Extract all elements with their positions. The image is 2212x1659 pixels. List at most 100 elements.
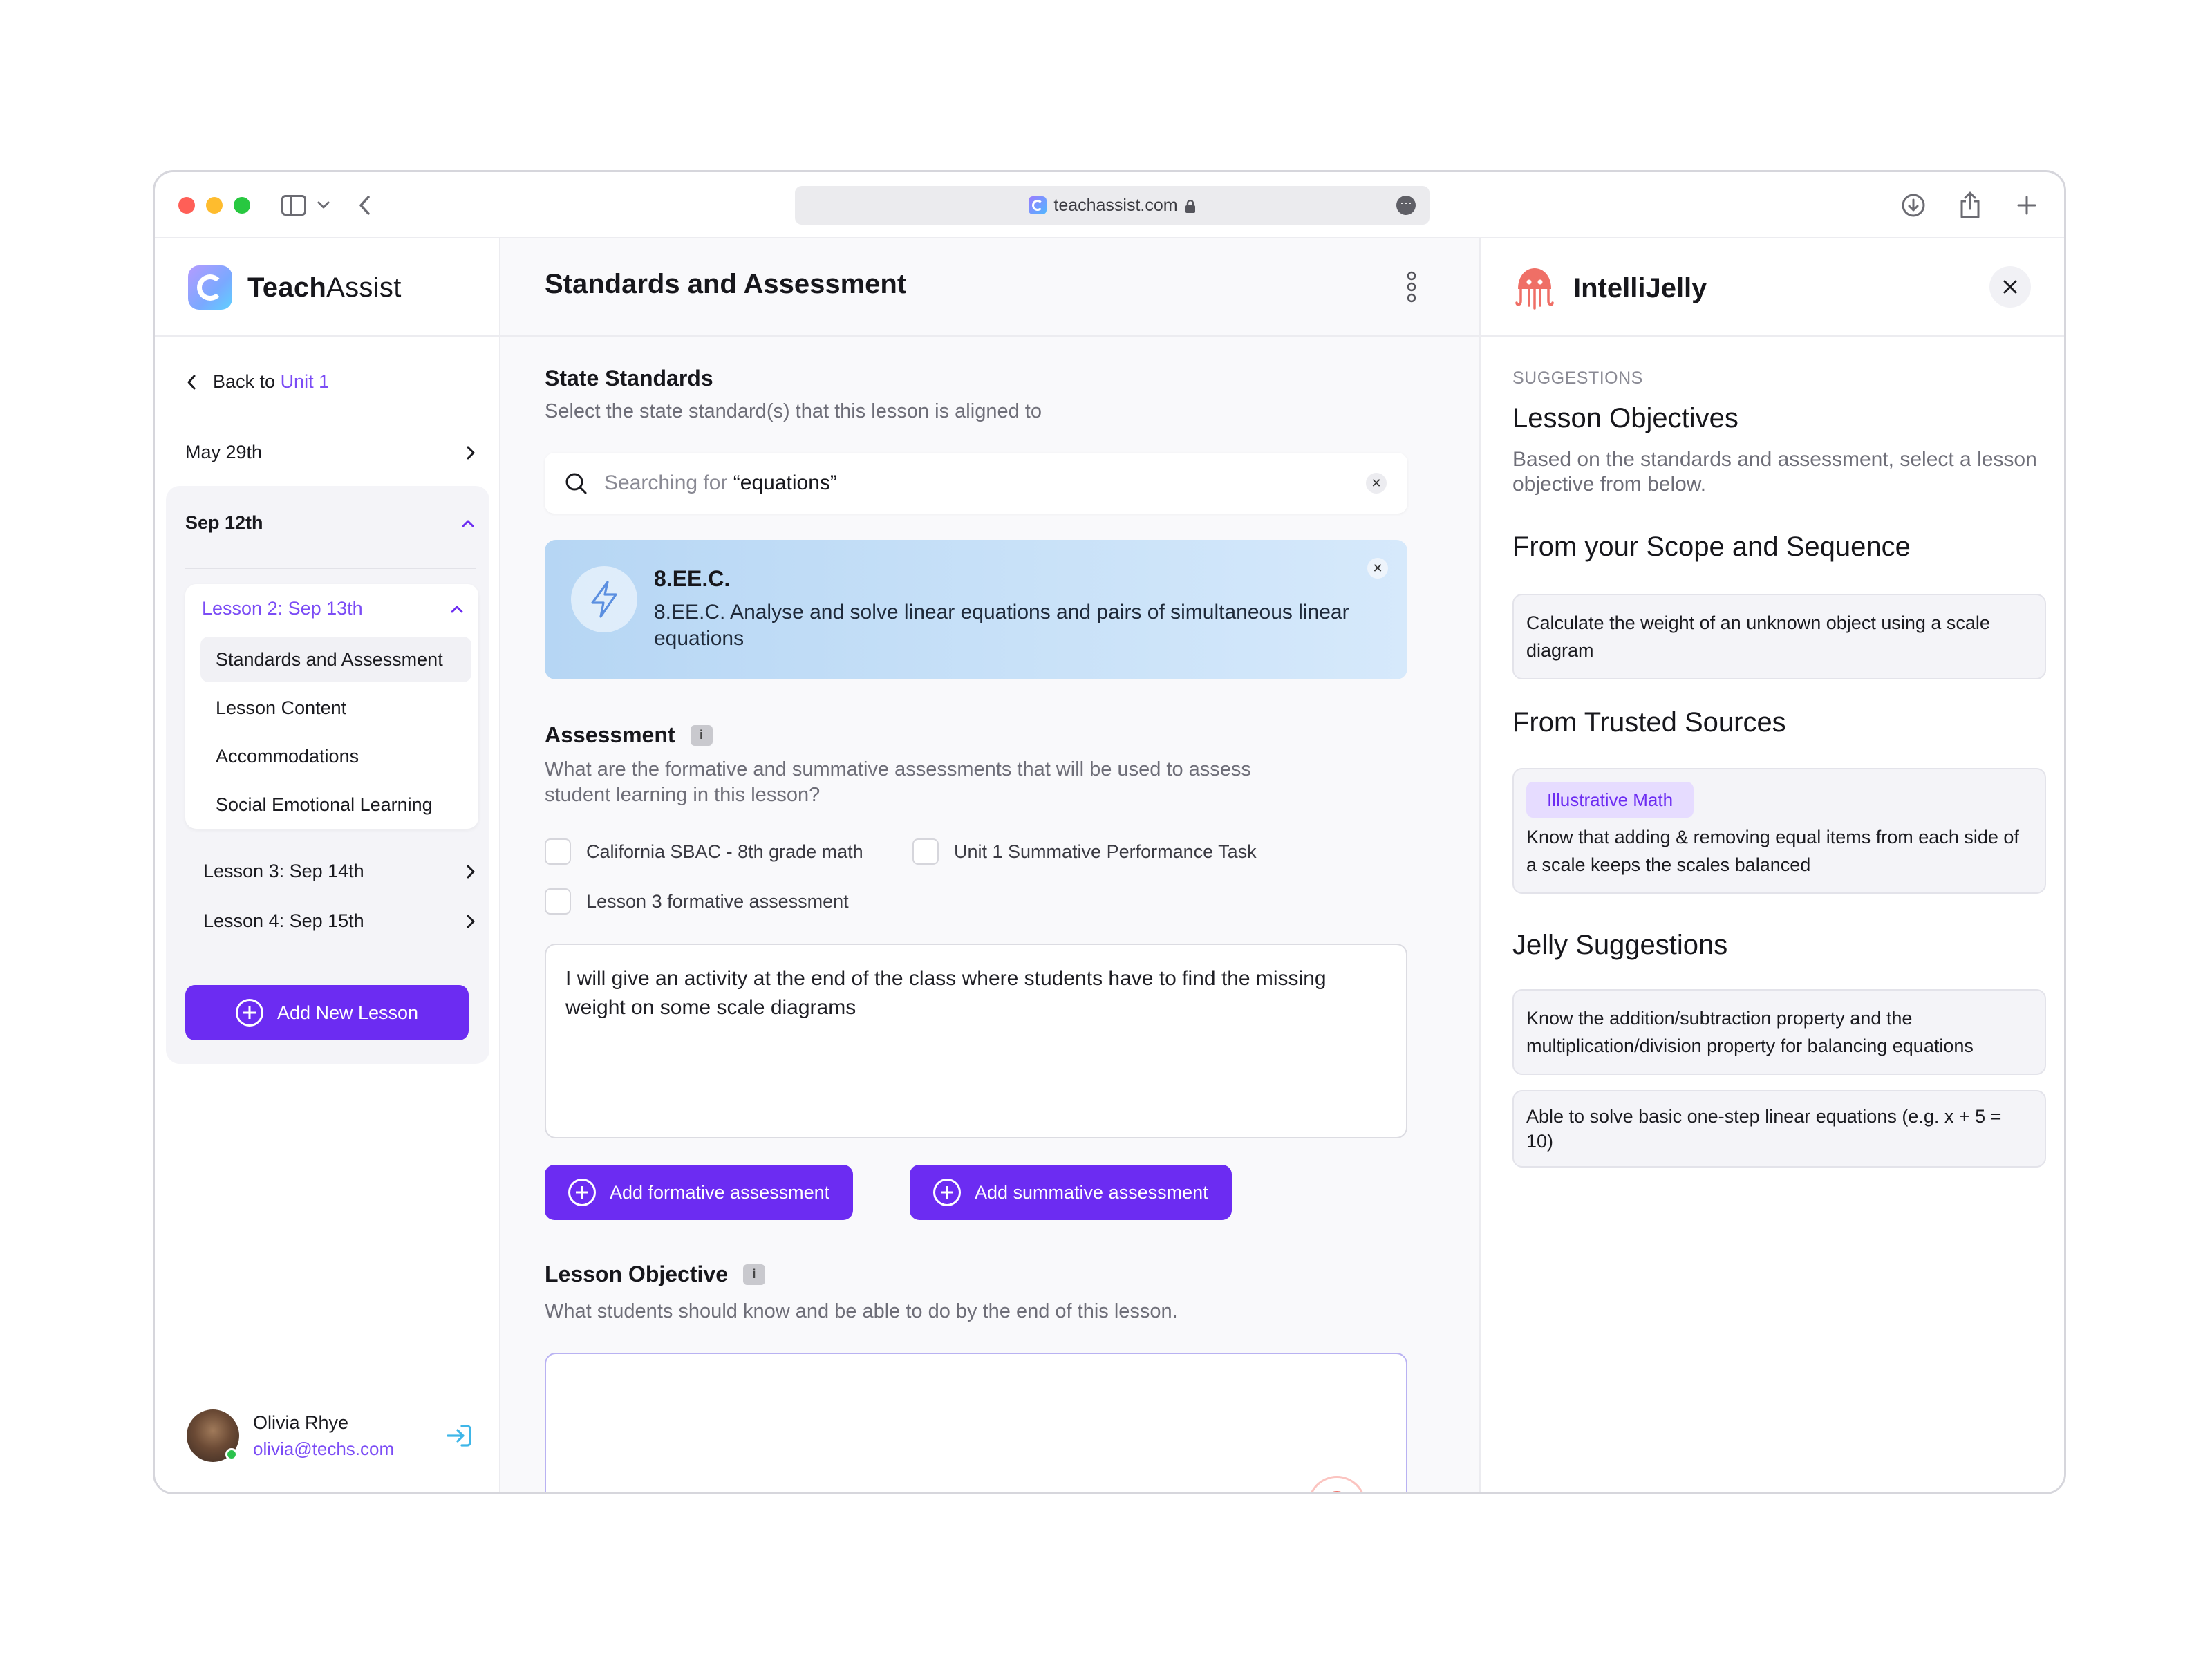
main-content: Standards and Assessment State Standards… [500,238,1481,1492]
suggestion-card[interactable]: Know the addition/subtraction property a… [1512,989,2046,1075]
assistant-panel: IntelliJelly SUGGESTIONS Lesson Objectiv… [1481,238,2064,1492]
plus-circle-icon [933,1179,961,1206]
current-lesson-card: Lesson 2: Sep 13th Standards and Assessm… [185,584,478,829]
logout-icon[interactable] [444,1421,474,1451]
checkbox-label: California SBAC - 8th grade math [586,841,863,862]
source-tag: Illustrative Math [1526,782,1694,818]
page-title: Standards and Assessment [545,269,907,299]
lesson-objective-textarea[interactable] [545,1353,1407,1492]
state-standards-subtitle: Select the state standard(s) that this l… [545,400,1042,422]
close-icon [2003,280,2017,294]
lesson-item-current[interactable]: Lesson 2: Sep 13th [202,598,465,619]
date-label: Sep 12th [185,512,263,533]
online-status-dot [225,1448,238,1461]
info-icon[interactable]: i [690,724,713,746]
lesson-label: Lesson 4: Sep 15th [203,910,364,931]
add-summative-assessment-button[interactable]: Add summative assessment [910,1165,1232,1220]
assessment-textarea[interactable]: I will give an activity at the end of th… [545,944,1407,1138]
back-unit-label: Unit 1 [280,371,330,392]
download-icon[interactable] [1898,189,1929,222]
site-favicon-icon [1029,196,1047,214]
checkbox-label: Unit 1 Summative Performance Task [954,841,1257,862]
add-new-lesson-button[interactable]: Add New Lesson [185,985,469,1040]
lesson-objective-subtitle: What students should know and be able to… [545,1300,1178,1322]
sidebar-toggle-icon[interactable] [279,189,308,222]
subnav-accommodations[interactable]: Accommodations [200,733,471,779]
standard-description: 8.EE.C. Analyse and solve linear equatio… [654,601,1349,650]
user-name: Olivia Rhye [253,1412,349,1433]
divider [500,335,1479,337]
back-arrow-icon[interactable] [354,189,375,222]
jellyfish-icon [1512,265,1557,311]
back-to-unit-link[interactable]: Back to Unit 1 [187,371,329,393]
suggestion-text: Know that adding & removing equal items … [1526,827,2019,875]
clear-search-icon[interactable]: ✕ [1366,473,1387,494]
suggestion-text: Know the addition/subtraction property a… [1526,1008,1974,1056]
subnav-social-emotional-learning[interactable]: Social Emotional Learning [200,782,471,827]
subnav-lesson-content[interactable]: Lesson Content [200,685,471,731]
checkbox-label: Lesson 3 formative assessment [586,890,849,912]
chevron-up-icon [462,520,474,527]
subnav-label: Lesson Content [216,697,347,718]
chevron-down-icon[interactable] [315,189,332,222]
suggestion-card[interactable]: Able to solve basic one-step linear equa… [1512,1090,2046,1168]
lesson-label: Lesson 3: Sep 14th [203,861,364,881]
maximize-window-button[interactable] [234,197,250,214]
standards-search-input[interactable]: Searching for “equations” ✕ [545,453,1407,514]
assessment-option-lesson3-formative[interactable]: Lesson 3 formative assessment [545,888,849,915]
close-window-button[interactable] [178,197,195,214]
assessment-subtitle: What are the formative and summative ass… [545,758,1251,806]
assessment-option-unit1-summative[interactable]: Unit 1 Summative Performance Task [912,838,1257,865]
brand-name: TeachAssist [247,272,402,303]
date-item-sep-12[interactable]: Sep 12th [185,512,476,534]
more-vertical-icon[interactable] [1405,268,1418,306]
remove-standard-icon[interactable]: ✕ [1367,558,1388,579]
checkbox[interactable] [545,888,571,915]
info-icon[interactable]: i [742,1264,765,1285]
left-sidebar: TeachAssist Back to Unit 1 May 29th Sep … [155,238,500,1492]
more-icon[interactable]: ··· [1396,196,1416,215]
checkbox[interactable] [912,838,939,865]
user-email[interactable]: olivia@techs.com [253,1438,394,1460]
assistant-header: IntelliJelly [1512,265,1707,312]
new-tab-plus-icon[interactable] [2012,189,2042,222]
share-icon[interactable] [1955,189,1985,222]
assessment-option-sbac[interactable]: California SBAC - 8th grade math [545,838,863,865]
brand[interactable]: TeachAssist [188,265,402,310]
lock-icon [1185,198,1196,213]
lesson-item-3[interactable]: Lesson 3: Sep 14th [203,861,476,882]
divider [155,335,499,337]
suggestion-text: Able to solve basic one-step linear equa… [1526,1106,2002,1152]
close-panel-button[interactable] [1989,266,2031,308]
button-label: Add New Lesson [276,1002,419,1023]
divider [1481,335,2064,337]
date-label: May 29th [185,442,263,462]
suggestion-card[interactable]: Illustrative Math Know that adding & rem… [1512,768,2046,894]
url-text: teachassist.com [1053,195,1178,215]
back-prefix: Back to [213,371,276,392]
suggestion-card[interactable]: Calculate the weight of an unknown objec… [1512,594,2046,679]
browser-toolbar: teachassist.com ··· [155,172,2064,238]
user-profile: Olivia Rhye olivia@techs.com [187,1409,477,1465]
bolt-icon [571,566,637,632]
selected-standard-card[interactable]: 8.EE.C. 8.EE.C. Analyse and solve linear… [545,540,1407,679]
lesson-label: Lesson 2: Sep 13th [202,598,363,619]
button-label: Add formative assessment [610,1181,830,1203]
chevron-right-icon [467,865,475,878]
chevron-left-icon [187,375,196,389]
subnav-label: Accommodations [216,745,359,767]
address-bar[interactable]: teachassist.com ··· [795,186,1430,225]
lesson-item-4[interactable]: Lesson 4: Sep 15th [203,910,476,932]
chevron-right-icon [467,915,475,928]
divider [185,568,476,569]
standard-code: 8.EE.C. [654,566,731,591]
search-term: “equations” [733,471,837,494]
minimize-window-button[interactable] [206,197,223,214]
subnav-standards-assessment[interactable]: Standards and Assessment [200,637,471,682]
checkbox[interactable] [545,838,571,865]
add-formative-assessment-button[interactable]: Add formative assessment [545,1165,854,1220]
button-label: Add summative assessment [975,1181,1208,1203]
date-item-may-29[interactable]: May 29th [185,442,476,463]
lesson-objectives-subtitle: Based on the standards and assessment, s… [1512,448,2037,496]
assessment-text: I will give an activity at the end of th… [565,967,1327,1019]
